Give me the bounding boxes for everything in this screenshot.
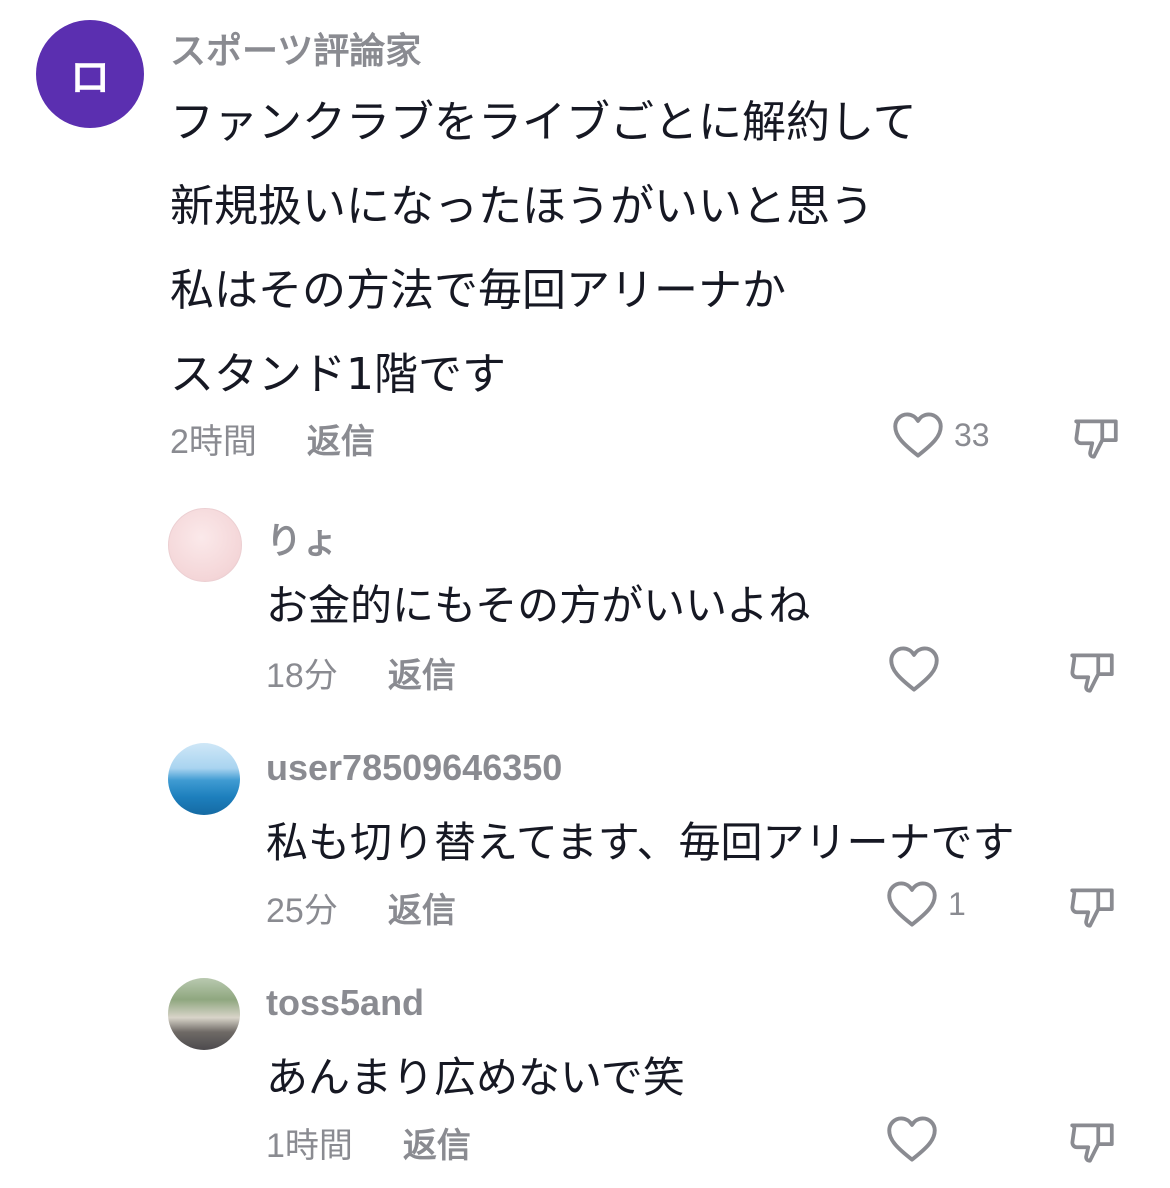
heart-outline-icon — [886, 879, 938, 929]
timestamp: 2時間 — [170, 423, 257, 461]
avatar[interactable] — [168, 978, 240, 1050]
heart-outline-icon — [886, 1114, 938, 1164]
timestamp: 1時間 — [266, 1127, 353, 1165]
reply-button[interactable]: 返信 — [388, 648, 456, 697]
reply-item: toss5and あんまり広めないで笑 1時間 返信 — [0, 960, 1170, 1188]
thumbs-down-outline-icon[interactable] — [1066, 1116, 1118, 1166]
heart-outline-icon — [892, 410, 944, 460]
like-button[interactable]: 33 — [892, 410, 990, 460]
avatar[interactable] — [168, 743, 240, 815]
comment-meta: 1時間 返信 — [266, 1118, 471, 1167]
timestamp: 25分 — [266, 892, 338, 930]
comment-text-line: 私も切り替えてます、毎回アリーナです — [266, 818, 1015, 867]
comment-item: ロ スポーツ評論家 ファンクラブをライブごとに解約して 新規扱いになったほうがい… — [0, 0, 1170, 480]
like-button[interactable]: 1 — [886, 879, 966, 929]
reply-item: りょ お金的にもその方がいいよね 18分 返信 — [0, 490, 1170, 720]
comment-username[interactable]: スポーツ評論家 — [170, 22, 421, 74]
comment-username[interactable]: toss5and — [266, 982, 424, 1024]
comment-username[interactable]: user78509646350 — [266, 747, 562, 789]
reply-item: user78509646350 私も切り替えてます、毎回アリーナです 25分 返… — [0, 725, 1170, 955]
thumbs-down-outline-icon[interactable] — [1066, 646, 1118, 696]
comment-username[interactable]: りょ — [266, 512, 338, 564]
avatar-initial: ロ — [70, 55, 110, 101]
comment-text-line: 新規扱いになったほうがいいと思う — [170, 181, 874, 232]
comment-text-line: スタンド1階です — [170, 349, 506, 400]
like-count: 33 — [954, 416, 990, 453]
comment-meta: 18分 返信 — [266, 648, 456, 697]
like-button[interactable] — [888, 644, 950, 694]
comment-text-line: 私はその方法で毎回アリーナか — [170, 265, 786, 316]
comment-meta: 25分 返信 — [266, 883, 456, 932]
timestamp: 18分 — [266, 657, 338, 695]
comment-meta: 2時間 返信 — [170, 414, 375, 463]
reply-button[interactable]: 返信 — [307, 414, 375, 463]
like-count: 1 — [948, 885, 966, 922]
like-button[interactable] — [886, 1114, 948, 1164]
comment-text-line: お金的にもその方がいいよね — [266, 581, 811, 630]
avatar[interactable] — [168, 508, 242, 582]
thumbs-down-outline-icon[interactable] — [1070, 412, 1122, 462]
avatar[interactable]: ロ — [36, 20, 144, 128]
comment-text-line: あんまり広めないで笑 — [266, 1053, 685, 1102]
reply-button[interactable]: 返信 — [388, 883, 456, 932]
reply-button[interactable]: 返信 — [403, 1118, 471, 1167]
heart-outline-icon — [888, 644, 940, 694]
comment-text-line: ファンクラブをライブごとに解約して — [170, 97, 917, 148]
thumbs-down-outline-icon[interactable] — [1066, 881, 1118, 931]
